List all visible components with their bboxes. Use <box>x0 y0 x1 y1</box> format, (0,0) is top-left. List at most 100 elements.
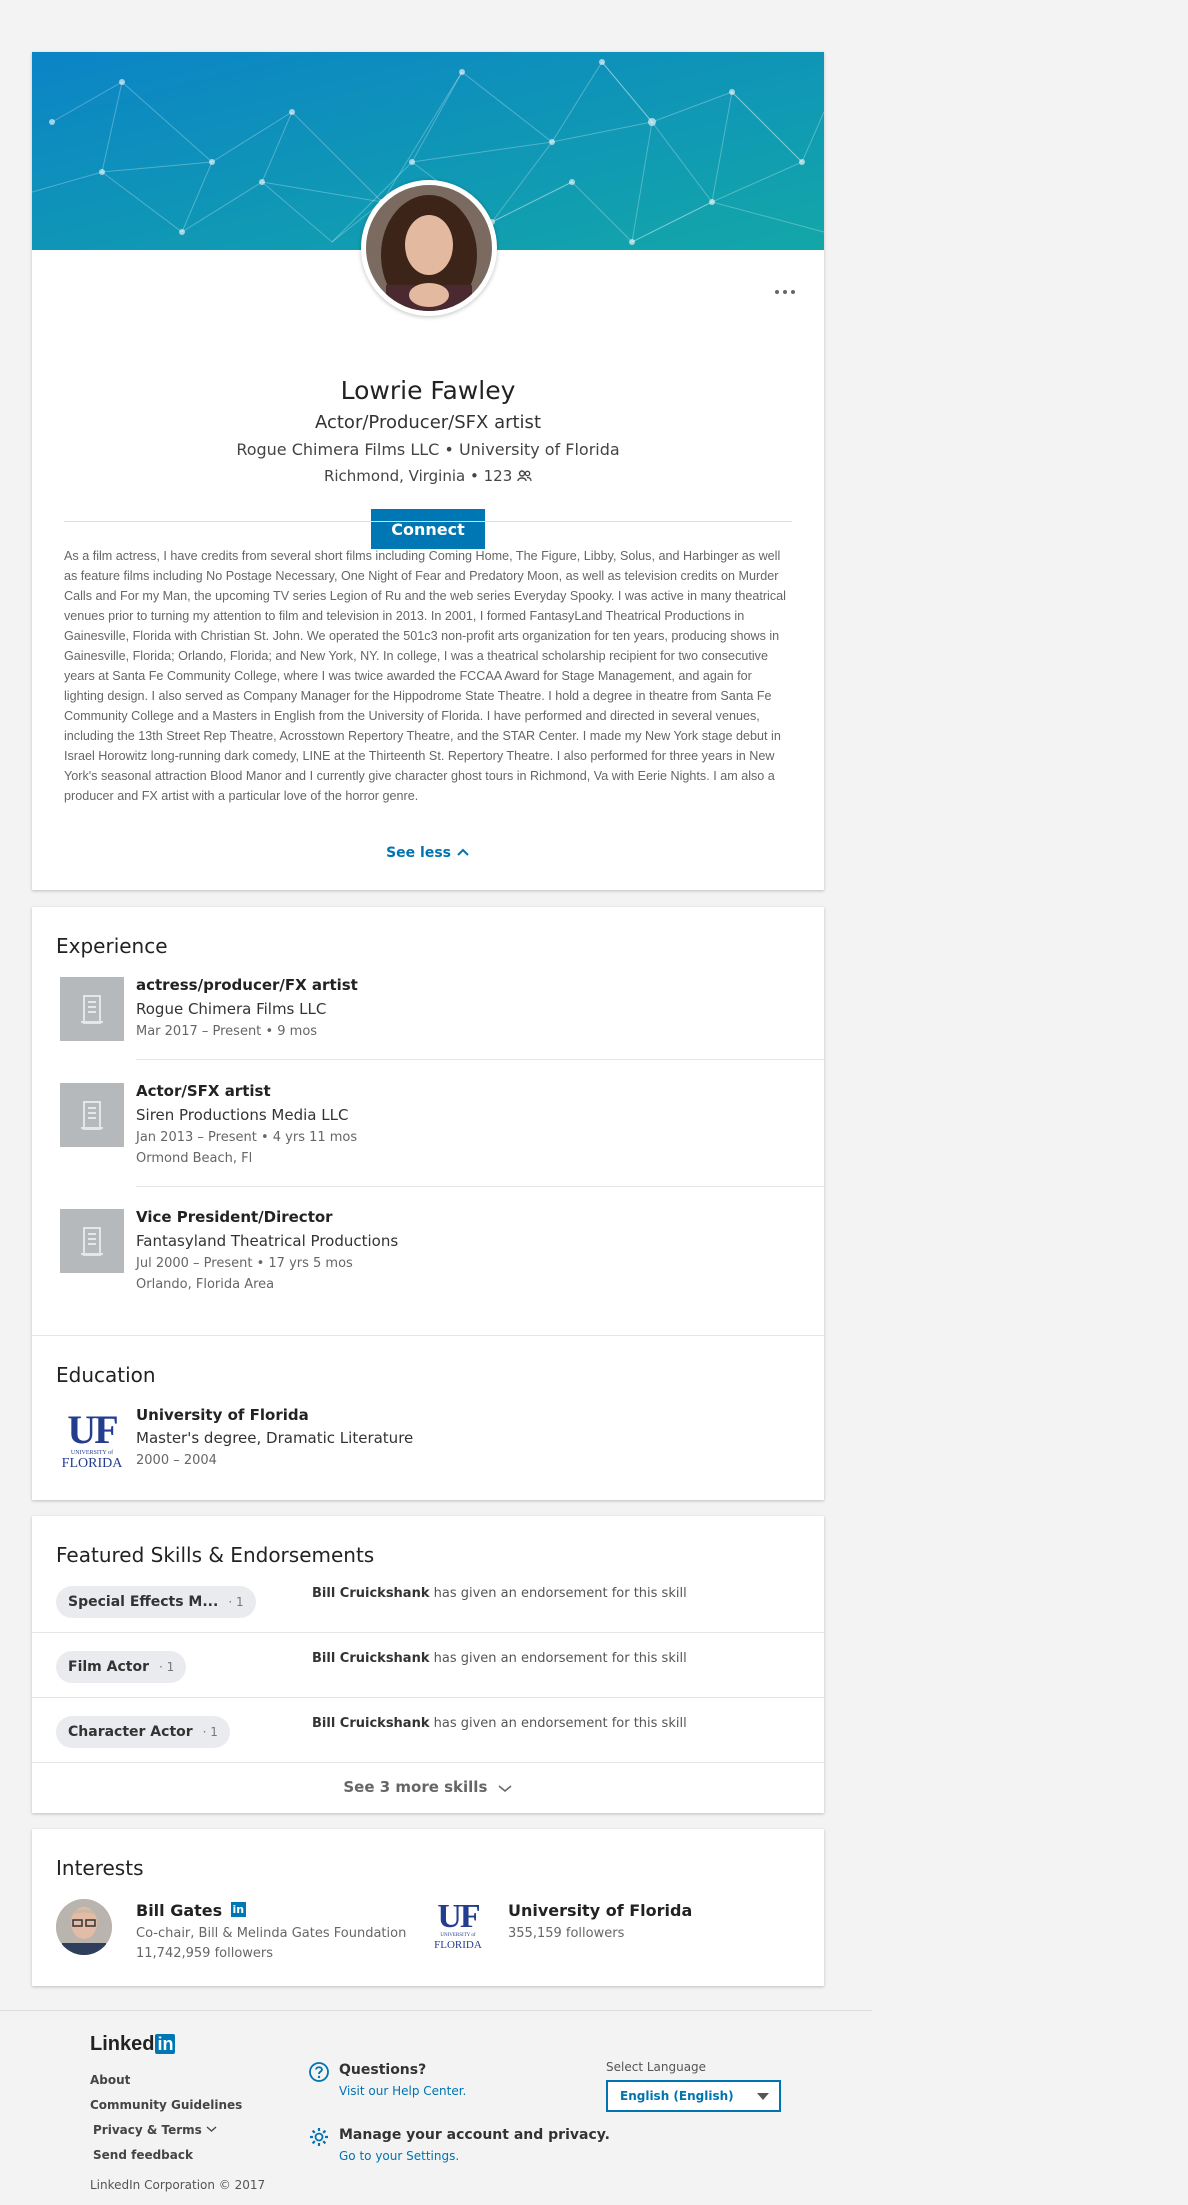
row-divider <box>32 1697 824 1698</box>
endorsement-count: · 1 <box>158 1660 175 1674</box>
profile-summary: As a film actress, I have credits from s… <box>64 549 786 803</box>
interest-followers: 11,742,959 followers <box>136 1946 274 1961</box>
profile-location-line: Richmond, Virginia • 123 <box>32 467 824 485</box>
profile-location: Richmond, Virginia <box>323 467 466 485</box>
building-icon <box>81 995 103 1024</box>
see-less-link[interactable]: See less <box>32 845 824 861</box>
uf-logo-mark: UF <box>437 1898 480 1935</box>
profile-name: Lowrie Fawley <box>340 376 516 405</box>
endorsement-note: has given an endorsement for this skill <box>433 1586 687 1601</box>
footer-link-about[interactable]: About <box>90 2073 130 2087</box>
footer-help-center-link[interactable]: Visit our Help Center. <box>339 2084 466 2098</box>
gear-icon <box>310 2128 328 2146</box>
summary-divider <box>64 521 792 522</box>
endorsement-text: Bill Cruickshank has given an endorsemen… <box>312 1651 687 1666</box>
more-actions-icon[interactable] <box>770 282 800 302</box>
see-more-skills-label: See 3 more skills <box>343 1778 488 1796</box>
school-name[interactable]: University of Florida <box>136 1406 309 1424</box>
footer-questions-heading: Questions? <box>339 2062 427 2078</box>
skills-heading: Featured Skills & Endorsements <box>56 1543 375 1567</box>
current-company[interactable]: Rogue Chimera Films LLC <box>236 440 439 459</box>
school-logo-mark: UF <box>67 1407 118 1452</box>
company-logo-placeholder[interactable] <box>60 1083 124 1147</box>
school-logo[interactable]: UF UNIVERSITY of FLORIDA <box>60 1410 124 1472</box>
chevron-down-icon <box>206 2126 217 2132</box>
position-duration: 4 yrs 11 mos <box>272 1130 358 1145</box>
company-logo-placeholder[interactable] <box>60 977 124 1041</box>
row-divider <box>32 1762 824 1763</box>
profile-headline: Actor/Producer/SFX artist <box>314 412 541 433</box>
footer-link-community-guidelines[interactable]: Community Guidelines <box>90 2098 242 2112</box>
position-company: Rogue Chimera Films LLC <box>136 1000 327 1018</box>
see-more-skills-button[interactable]: See 3 more skills <box>32 1778 824 1796</box>
skills-card: Featured Skills & Endorsements Special E… <box>32 1516 824 1813</box>
separator-dot: • <box>470 467 484 485</box>
position-title[interactable]: Actor/SFX artist <box>136 1082 271 1100</box>
language-select[interactable]: English (English) <box>606 2080 781 2112</box>
footer-account-heading: Manage your account and privacy. <box>339 2127 610 2143</box>
profile-photo[interactable] <box>361 180 497 316</box>
endorser-name[interactable]: Bill Cruickshank <box>312 1651 429 1666</box>
dropdown-arrow-icon <box>757 2093 769 2100</box>
endorser-name[interactable]: Bill Cruickshank <box>312 1716 429 1731</box>
see-less-label: See less <box>386 845 452 861</box>
position-company: Siren Productions Media LLC <box>136 1106 349 1124</box>
school-logo-sub2: FLORIDA <box>61 1456 123 1471</box>
endorsement-count: · 1 <box>202 1725 218 1739</box>
separator-dot: • <box>260 1130 273 1145</box>
linkedin-logo[interactable]: Linked in <box>90 2033 176 2056</box>
position-dates-line: Jan 2013 – Present • 4 yrs 11 mos <box>136 1130 357 1145</box>
endorsement-note: has given an endorsement for this skill <box>433 1716 687 1731</box>
position-dates-line: Mar 2017 – Present • 9 mos <box>136 1024 317 1039</box>
position-title[interactable]: Vice President/Director <box>136 1208 333 1226</box>
profile-top-card: Lowrie Fawley Actor/Producer/SFX artist … <box>32 52 824 890</box>
company-logo-placeholder[interactable] <box>60 1209 124 1273</box>
separator-dot: • <box>256 1256 269 1271</box>
footer-link-send-feedback[interactable]: Send feedback <box>93 2148 193 2162</box>
position-duration: 9 mos <box>277 1024 318 1039</box>
language-value: English (English) <box>620 2089 734 2103</box>
position-dates-line: Jul 2000 – Present • 17 yrs 5 mos <box>136 1256 353 1271</box>
connection-count[interactable]: 123 <box>484 467 513 485</box>
logo-in-box: in <box>155 2034 176 2054</box>
interest-name[interactable]: University of Florida <box>508 1901 692 1920</box>
position-location: Ormond Beach, Fl <box>136 1151 253 1166</box>
endorsement-text: Bill Cruickshank has given an endorsemen… <box>312 1716 687 1731</box>
footer-copyright: LinkedIn Corporation © 2017 <box>90 2178 266 2192</box>
position-dates: Jan 2013 – Present <box>136 1130 257 1145</box>
logo-text: Linked <box>90 2033 155 2055</box>
skill-name: Special Effects M... <box>68 1594 219 1610</box>
separator-dot: • <box>444 440 459 459</box>
skill-pill[interactable]: Special Effects M... · 1 <box>56 1586 256 1618</box>
interests-card: Interests Bill Gates in Co-chair, Bill &… <box>32 1829 824 1986</box>
separator-dot: • <box>265 1024 278 1039</box>
chevron-up-icon <box>457 848 469 856</box>
skill-pill[interactable]: Film Actor · 1 <box>56 1651 187 1683</box>
footer-settings-link[interactable]: Go to your Settings. <box>339 2149 459 2163</box>
linkedin-influencer-icon: in <box>230 1902 246 1917</box>
building-icon <box>81 1227 103 1256</box>
position-duration: 17 yrs 5 mos <box>268 1256 353 1271</box>
question-icon <box>309 2062 329 2082</box>
interest-name[interactable]: Bill Gates in <box>136 1901 246 1920</box>
endorsement-text: Bill Cruickshank has given an endorsemen… <box>312 1586 687 1601</box>
interests-heading: Interests <box>56 1856 144 1880</box>
chevron-down-icon <box>498 1785 512 1793</box>
row-divider <box>136 1059 824 1060</box>
interest-logo-uf[interactable]: UF UNIVERSITY of FLORIDA <box>430 1898 486 1952</box>
interest-description: Co-chair, Bill & Melinda Gates Foundatio… <box>136 1926 407 1941</box>
skill-pill[interactable]: Character Actor · 1 <box>56 1716 230 1748</box>
background-card: Experience actress/producer/FX artist Ro… <box>32 907 824 1500</box>
profile-org-line: Rogue Chimera Films LLC • University of … <box>32 440 824 459</box>
current-school[interactable]: University of Florida <box>459 440 620 459</box>
row-divider <box>32 1632 824 1633</box>
position-title[interactable]: actress/producer/FX artist <box>136 976 358 994</box>
endorsement-note: has given an endorsement for this skill <box>433 1651 687 1666</box>
interest-avatar-bill-gates[interactable] <box>56 1899 112 1955</box>
education-heading: Education <box>56 1363 156 1387</box>
connect-button[interactable]: Connect <box>371 509 485 549</box>
education-dates: 2000 – 2004 <box>136 1453 217 1468</box>
endorser-name[interactable]: Bill Cruickshank <box>312 1586 429 1601</box>
footer-link-privacy-terms[interactable]: Privacy & Terms <box>93 2123 217 2137</box>
uf-logo-sub2: FLORIDA <box>434 1939 482 1951</box>
